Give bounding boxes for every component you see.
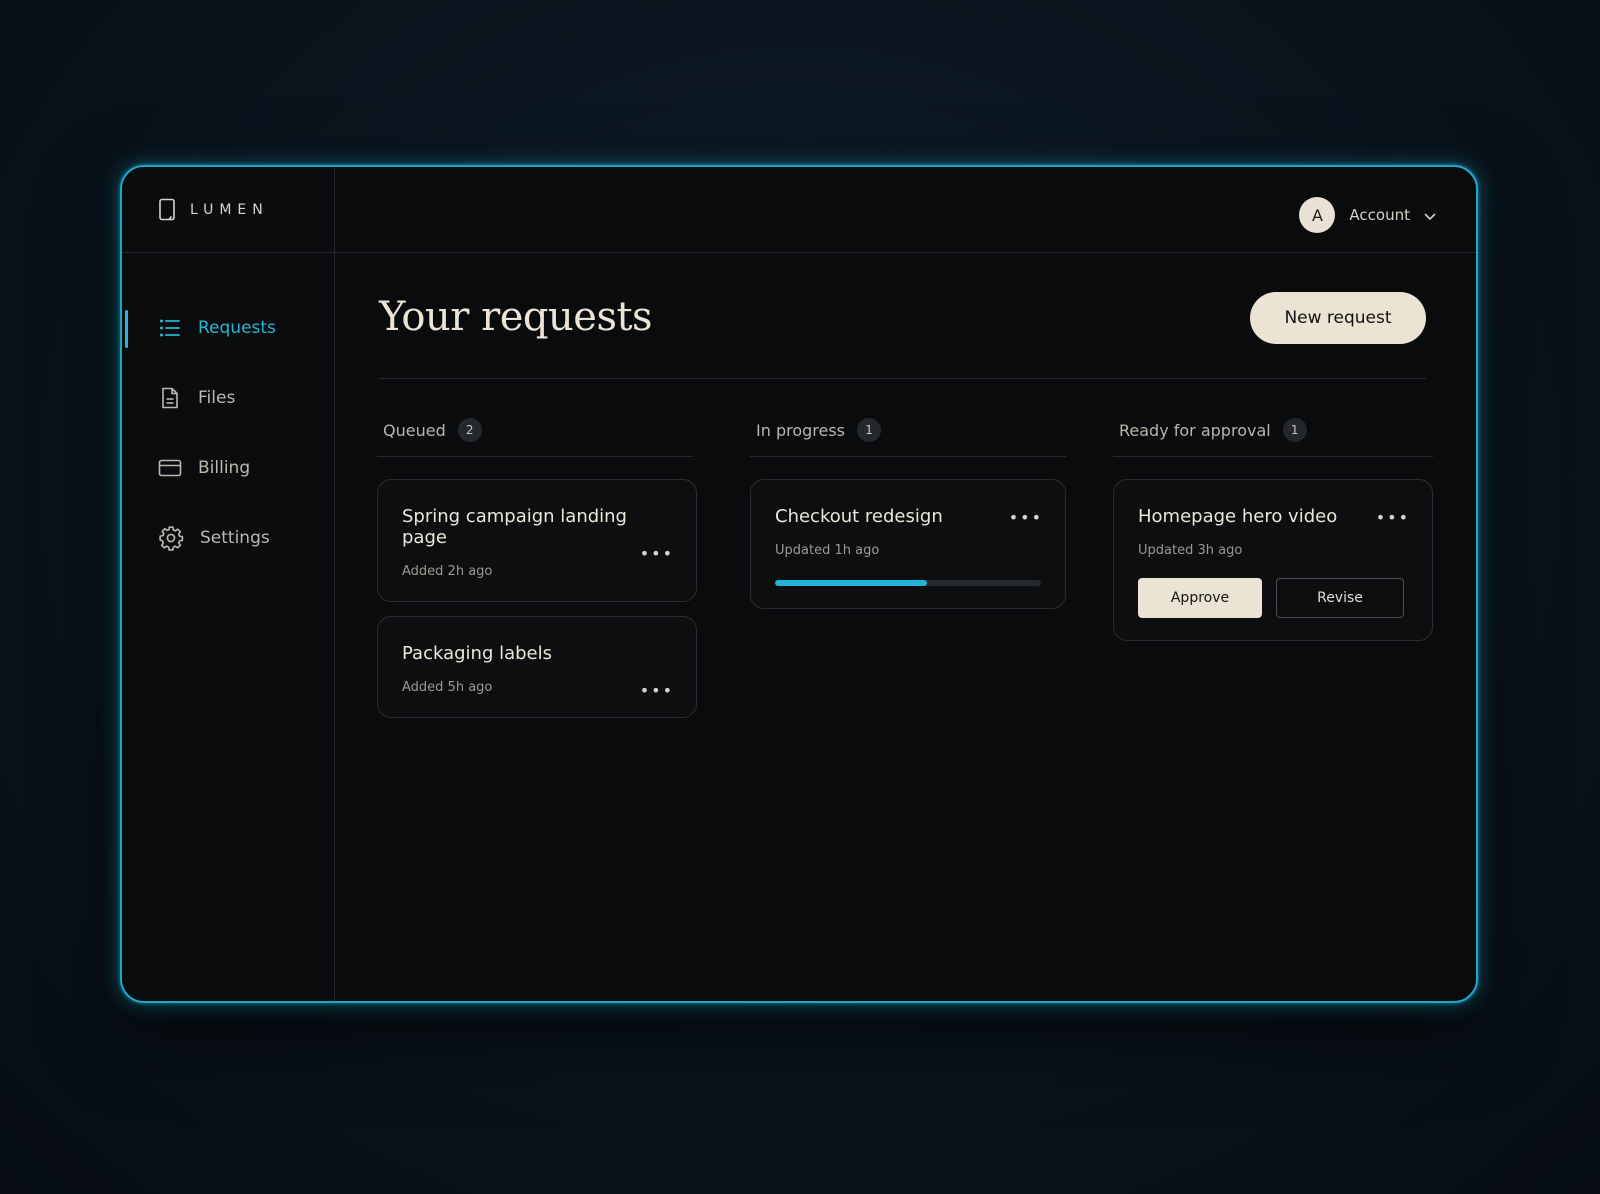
account-menu[interactable]: A Account	[1299, 197, 1436, 233]
sidebar-item-label: Billing	[198, 458, 251, 478]
progress-bar	[775, 580, 1041, 586]
sidebar-item-files[interactable]: Files	[122, 363, 334, 433]
page-title: Your requests	[379, 294, 653, 340]
approve-button[interactable]: Approve	[1138, 578, 1262, 618]
sidebar-item-label: Requests	[198, 318, 276, 338]
progress-fill	[775, 580, 927, 586]
logo-icon	[158, 198, 176, 222]
sidebar: LUMEN Requests Files Billing Settings	[122, 167, 335, 1001]
card-meta: Added 5h ago	[402, 680, 493, 695]
more-icon[interactable]: •••	[1009, 510, 1043, 526]
sidebar-item-settings[interactable]: Settings	[122, 503, 334, 573]
logo[interactable]: LUMEN	[122, 167, 334, 253]
column-header: Queued 2	[377, 414, 697, 446]
card-title: Checkout redesign	[775, 506, 943, 527]
sidebar-item-label: Files	[198, 388, 236, 408]
column-header: In progress 1	[750, 414, 1066, 446]
card-icon	[158, 456, 182, 480]
avatar: A	[1299, 197, 1336, 233]
card-title: Spring campaign landing page	[402, 506, 627, 548]
sidebar-item-label: Settings	[200, 528, 270, 548]
count-badge: 2	[457, 418, 482, 442]
new-request-button[interactable]: New request	[1250, 292, 1426, 344]
list-icon	[158, 316, 182, 340]
count-badge: 1	[857, 418, 882, 442]
more-icon[interactable]: •••	[640, 683, 674, 699]
request-card[interactable]: Packaging labels Added 5h ago •••	[377, 616, 697, 718]
divider	[750, 456, 1066, 457]
account-label: Account	[1349, 206, 1410, 224]
card-meta: Updated 3h ago	[1138, 543, 1243, 558]
sidebar-nav: Requests Files Billing Settings	[122, 253, 334, 573]
card-actions: Approve Revise	[1138, 578, 1408, 618]
column-label: In progress	[756, 420, 846, 440]
column-in-progress: In progress 1 Checkout redesign Updated …	[750, 414, 1066, 609]
topbar: A Account	[335, 167, 1476, 253]
brand-name: LUMEN	[190, 201, 269, 218]
divider	[1113, 456, 1433, 457]
request-card[interactable]: Homepage hero video Updated 3h ago ••• A…	[1113, 479, 1433, 641]
card-title: Packaging labels	[402, 643, 553, 664]
column-label: Queued	[383, 420, 446, 440]
sidebar-item-requests[interactable]: Requests	[122, 293, 334, 363]
request-card[interactable]: Spring campaign landing page Added 2h ag…	[377, 479, 697, 602]
request-card[interactable]: Checkout redesign Updated 1h ago •••	[750, 479, 1066, 609]
column-header: Ready for approval 1	[1113, 414, 1433, 446]
card-meta: Added 2h ago	[402, 564, 493, 579]
divider	[379, 378, 1426, 379]
count-badge: 1	[1282, 418, 1307, 442]
revise-button[interactable]: Revise	[1276, 578, 1404, 618]
card-meta: Updated 1h ago	[775, 543, 880, 558]
card-title: Homepage hero video	[1138, 506, 1338, 527]
app-window: LUMEN Requests Files Billing Settings A …	[120, 165, 1478, 1003]
chevron-down-icon	[1424, 206, 1436, 225]
column-queued: Queued 2 Spring campaign landing page Ad…	[377, 414, 697, 718]
more-icon[interactable]: •••	[640, 546, 674, 562]
file-icon	[158, 386, 182, 410]
column-ready-for-approval: Ready for approval 1 Homepage hero video…	[1113, 414, 1433, 641]
divider	[377, 456, 693, 457]
gear-icon	[158, 525, 184, 551]
column-label: Ready for approval	[1119, 420, 1271, 440]
more-icon[interactable]: •••	[1376, 510, 1410, 526]
main-content: Your requests New request Queued 2 Sprin…	[335, 254, 1476, 1001]
sidebar-item-billing[interactable]: Billing	[122, 433, 334, 503]
